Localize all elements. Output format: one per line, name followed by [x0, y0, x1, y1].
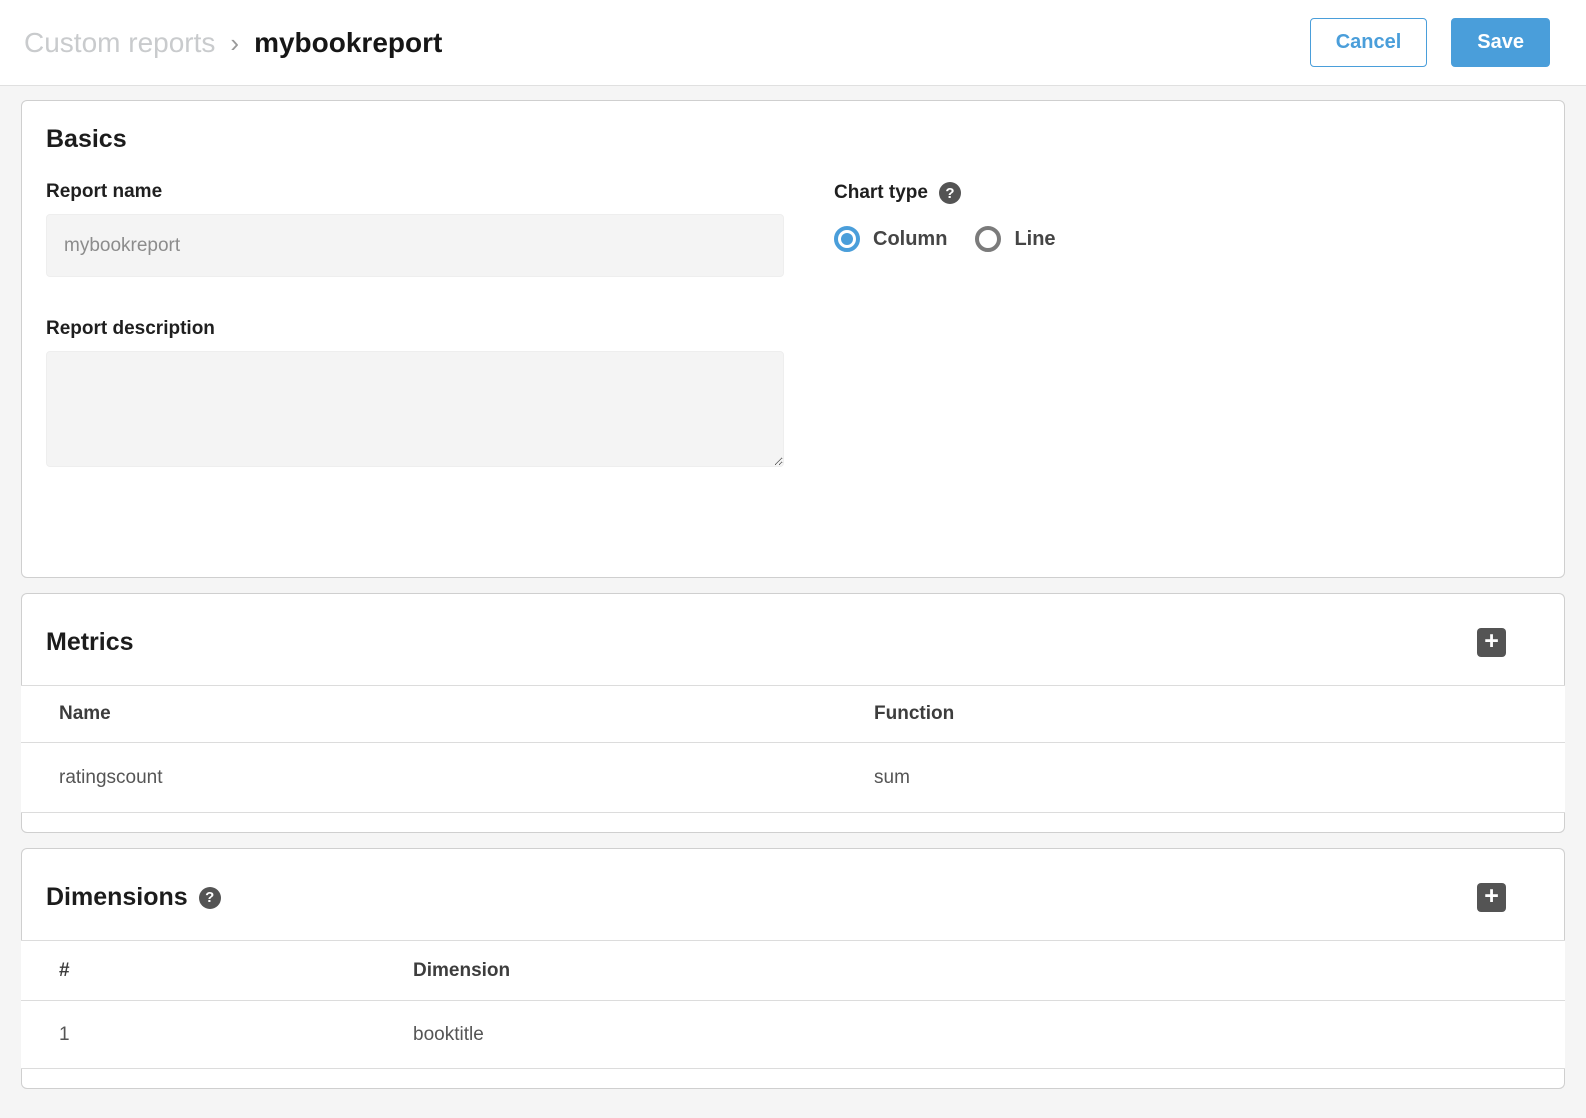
metrics-column-function: Function: [874, 703, 1527, 725]
metrics-card-footer: [21, 813, 1565, 833]
report-editor-page: Basics Report name Report description Ch…: [0, 86, 1586, 1118]
chevron-right-icon: ›: [230, 28, 239, 59]
dimensions-table-header: # Dimension: [21, 941, 1565, 1001]
report-name-input[interactable]: [46, 214, 784, 277]
radio-unselected-icon[interactable]: [975, 226, 1001, 252]
chart-type-label-row: Chart type ?: [834, 182, 1056, 204]
dimensions-help-icon[interactable]: ?: [199, 887, 221, 909]
page-title: mybookreport: [254, 27, 442, 59]
dimension-name-cell: booktitle: [413, 1024, 1527, 1046]
metric-function-cell: sum: [874, 767, 1527, 789]
chart-type-option-column-label: Column: [873, 228, 947, 251]
chart-type-options: Column Line: [834, 226, 1056, 252]
dimension-row[interactable]: 1 booktitle: [21, 1001, 1565, 1069]
dimensions-column-index: #: [59, 960, 413, 982]
cancel-button[interactable]: Cancel: [1310, 18, 1428, 67]
basics-title: Basics: [46, 125, 1540, 154]
metrics-title: Metrics: [46, 628, 134, 657]
metrics-table-header: Name Function: [21, 686, 1565, 743]
dimensions-column-dimension: Dimension: [413, 960, 1527, 982]
chart-type-option-line[interactable]: Line: [975, 226, 1055, 252]
dimension-index-cell: 1: [59, 1024, 413, 1046]
basics-right-column: Chart type ? Column Line: [834, 181, 1056, 472]
breadcrumb: Custom reports › mybookreport: [24, 27, 442, 59]
breadcrumb-parent-link[interactable]: Custom reports: [24, 27, 215, 59]
top-header: Custom reports › mybookreport Cancel Sav…: [0, 0, 1586, 86]
report-description-label: Report description: [46, 318, 784, 340]
add-metric-button[interactable]: +: [1477, 628, 1506, 657]
metrics-column-name: Name: [59, 703, 874, 725]
basics-grid: Report name Report description Chart typ…: [46, 181, 1540, 472]
header-actions: Cancel Save: [1310, 18, 1550, 67]
metrics-section: Metrics + Name Function ratingscount sum: [21, 593, 1565, 833]
basics-left-column: Report name Report description: [46, 181, 784, 472]
chart-type-help-icon[interactable]: ?: [939, 182, 961, 204]
metric-name-cell: ratingscount: [59, 767, 874, 789]
dimensions-title: Dimensions: [46, 883, 188, 912]
radio-selected-icon[interactable]: [834, 226, 860, 252]
metric-row[interactable]: ratingscount sum: [21, 743, 1565, 813]
dimensions-card-footer: [21, 1069, 1565, 1089]
metrics-table: Name Function ratingscount sum: [21, 685, 1565, 813]
chart-type-label: Chart type: [834, 182, 928, 204]
save-button[interactable]: Save: [1451, 18, 1550, 67]
chart-type-option-line-label: Line: [1014, 228, 1055, 251]
dimensions-section: Dimensions ? + # Dimension 1 booktitle: [21, 848, 1565, 1089]
dimensions-card-header: Dimensions ? +: [21, 848, 1565, 940]
add-dimension-button[interactable]: +: [1477, 883, 1506, 912]
metrics-card-header: Metrics +: [21, 593, 1565, 685]
dimensions-table: # Dimension 1 booktitle: [21, 940, 1565, 1069]
report-description-input[interactable]: [46, 351, 784, 467]
basics-section: Basics Report name Report description Ch…: [21, 100, 1565, 578]
report-name-label: Report name: [46, 181, 784, 203]
chart-type-option-column[interactable]: Column: [834, 226, 947, 252]
